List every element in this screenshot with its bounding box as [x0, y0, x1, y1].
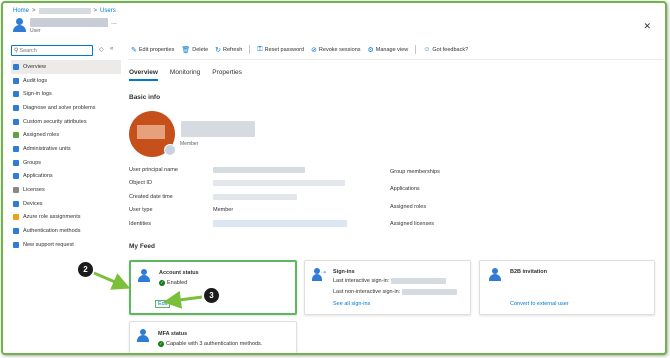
callout-arrow-3 — [163, 290, 203, 309]
callout-number-3: 3 — [204, 288, 219, 303]
callout-arrow-2 — [93, 271, 131, 290]
annotation-layer — [93, 271, 203, 309]
callout-number-2: 2 — [78, 262, 93, 277]
